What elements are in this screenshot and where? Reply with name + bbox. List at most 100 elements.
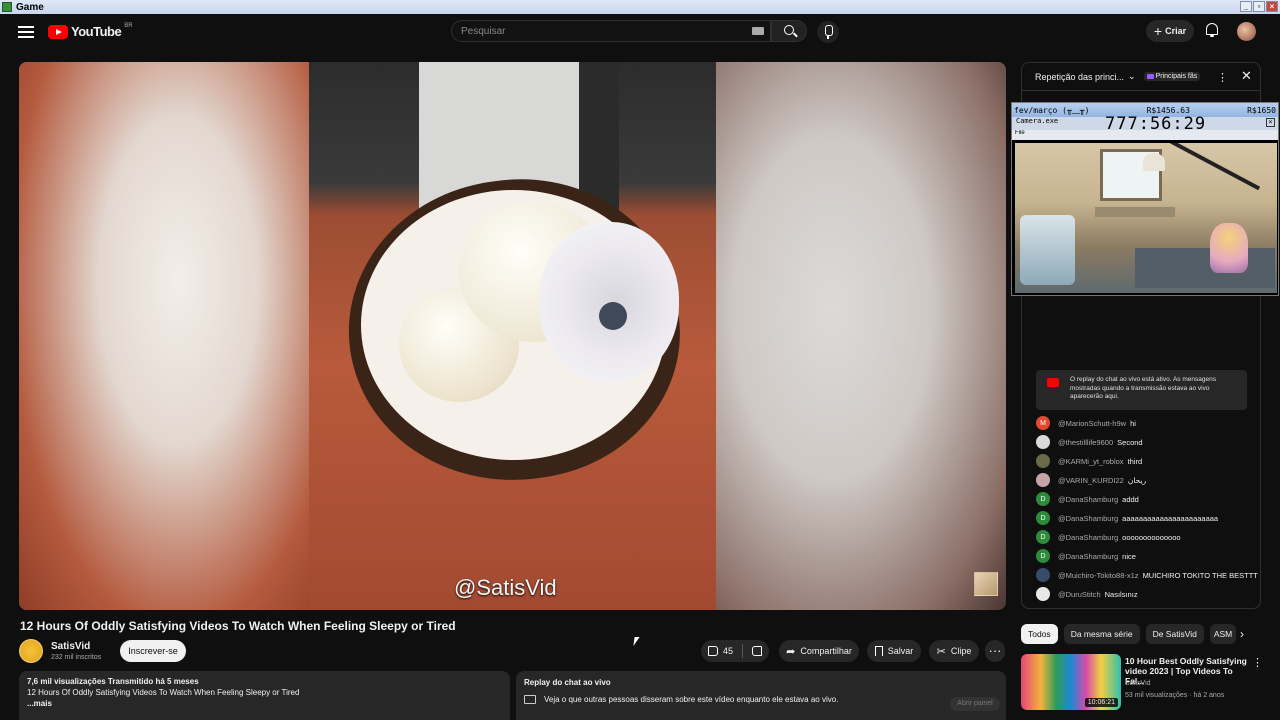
chat-author-avatar[interactable]: D — [1036, 530, 1050, 544]
chat-message-body: @DanaShamburg addd — [1058, 492, 1139, 504]
chevron-right-icon[interactable]: › — [1240, 627, 1244, 641]
chat-author-avatar[interactable] — [1036, 454, 1050, 468]
chat-author-avatar[interactable]: D — [1036, 492, 1050, 506]
like-count[interactable]: 45 — [723, 646, 733, 656]
chip-all[interactable]: Todos — [1021, 624, 1058, 644]
like-icon[interactable] — [707, 646, 718, 656]
video-player[interactable]: @SatisVid — [19, 62, 1006, 610]
restore-button[interactable]: ▫ — [1253, 1, 1265, 12]
chat-author-name[interactable]: @KARMi_yt_roblox — [1058, 457, 1124, 466]
video-blur-left — [19, 62, 309, 610]
room-table — [1095, 207, 1175, 217]
chat-author-name[interactable]: @DanaShamburg — [1058, 514, 1118, 523]
voice-search-icon[interactable] — [817, 21, 839, 43]
close-window-button[interactable]: × — [1266, 1, 1278, 12]
chat-author-name[interactable]: @MarionSchutt-h9w — [1058, 419, 1126, 428]
chat-message: @DuruStitch Nasılsınız — [1036, 587, 1258, 601]
chat-author-name[interactable]: @Muichiro-Tokito88-x1z — [1058, 571, 1139, 580]
chat-author-name[interactable]: @DanaShamburg — [1058, 495, 1118, 504]
chat-mode-selector[interactable]: Repetição das princi... — [1035, 72, 1124, 82]
webcam-feed — [1015, 143, 1277, 293]
goal-label: fev/março (╥﹏╥) — [1014, 105, 1090, 115]
chat-author-avatar[interactable] — [1036, 435, 1050, 449]
show-more-link[interactable]: ...mais — [27, 699, 502, 708]
open-panel-button[interactable]: Abrir painel — [950, 697, 1000, 711]
chat-author-name[interactable]: @thestilllife9600 — [1058, 438, 1113, 447]
channel-watermark-icon[interactable] — [974, 572, 998, 596]
minimize-button[interactable]: _ — [1240, 1, 1252, 12]
video-frame: @SatisVid — [309, 62, 716, 610]
video-title: 12 Hours Of Oddly Satisfying Videos To W… — [20, 619, 456, 633]
chat-replay-text: Veja o que outras pessoas disseram sobre… — [544, 695, 839, 704]
dislike-icon[interactable] — [752, 646, 762, 656]
chat-message: D @DanaShamburg aaaaaaaaaaaaaaaaaaaaaaa — [1036, 511, 1258, 525]
ice-cream-scoop — [539, 222, 679, 382]
video-stats: 7,6 mil visualizações Transmitido há 5 m… — [27, 677, 199, 686]
share-icon: ➦ — [786, 645, 796, 658]
channel-name[interactable]: SatisVid — [51, 641, 90, 652]
chat-author-avatar[interactable] — [1036, 568, 1050, 582]
chat-message: D @DanaShamburg nice — [1036, 549, 1258, 563]
youtube-logo[interactable]: YouTube BR — [48, 22, 133, 39]
chat-author-name[interactable]: @DuruStitch — [1058, 590, 1101, 599]
close-chat-icon[interactable]: ✕ — [1241, 68, 1252, 84]
chat-message: M @MarionSchutt-h9w hi — [1036, 416, 1258, 430]
chat-replay-panel: Replay do chat ao vivo Veja o que outras… — [516, 671, 1006, 720]
clip-button[interactable]: ✂ Clipe — [929, 640, 979, 662]
recommended-channel[interactable]: SatisVid — [1125, 680, 1151, 687]
chat-author-name[interactable]: @DanaShamburg — [1058, 552, 1118, 561]
chat-author-name[interactable]: @VARIN_KURDI22 — [1058, 476, 1124, 485]
notifications-bell-icon[interactable] — [1206, 23, 1218, 37]
logo-text: YouTube — [71, 24, 122, 39]
account-avatar[interactable] — [1237, 22, 1256, 41]
more-vertical-icon[interactable]: ⋮ — [1252, 656, 1263, 669]
top-fans-badge[interactable]: Principais fãs — [1143, 72, 1201, 81]
chip-same-series[interactable]: Da mesma série — [1063, 624, 1140, 644]
room-desk — [1135, 248, 1275, 288]
chat-messages: M @MarionSchutt-h9w hi @thestilllife9600 Sec… — [1036, 416, 1258, 606]
close-icon[interactable]: × — [1266, 118, 1275, 127]
chip-from-channel[interactable]: De SatisVid — [1145, 624, 1204, 644]
chat-message-body: @MarionSchutt-h9w hi — [1058, 416, 1136, 428]
chat-message-body: @VARIN_KURDI22 ریحان — [1058, 473, 1146, 485]
chat-message-body: @KARMi_yt_roblox third — [1058, 454, 1142, 466]
channel-avatar[interactable] — [19, 639, 43, 663]
description-box[interactable]: 7,6 mil visualizações Transmitido há 5 m… — [19, 671, 510, 720]
chat-more-icon[interactable]: ⋮ — [1217, 71, 1228, 84]
fans-icon — [1146, 74, 1154, 79]
chat-replay-title: Replay do chat ao vivo — [524, 678, 611, 687]
chat-header: Repetição das princi... ⌄ Principais fãs… — [1022, 63, 1260, 91]
create-button[interactable]: + Criar — [1146, 20, 1194, 42]
hamburger-menu-icon[interactable] — [18, 26, 34, 38]
chat-author-avatar[interactable] — [1036, 473, 1050, 487]
chat-author-name[interactable]: @DanaShamburg — [1058, 533, 1118, 542]
chat-author-avatar[interactable]: D — [1036, 511, 1050, 525]
recommended-video[interactable]: 10:06:21 10 Hour Best Oddly Satisfying v… — [1021, 654, 1263, 714]
create-label: Criar — [1165, 26, 1187, 36]
chip-asmr[interactable]: ASM — [1209, 624, 1236, 644]
clip-label: Clipe — [950, 646, 972, 656]
chat-author-avatar[interactable] — [1036, 587, 1050, 601]
bookmark-icon — [874, 646, 883, 656]
video-duration: 10:06:21 — [1084, 698, 1118, 707]
chat-message: @thestilllife9600 Second — [1036, 435, 1258, 449]
chat-message-body: @DuruStitch Nasılsınız — [1058, 587, 1138, 599]
more-actions-button[interactable]: ··· — [985, 640, 1005, 662]
video-thumbnail[interactable]: 10:06:21 — [1021, 654, 1121, 710]
chat-author-avatar[interactable]: M — [1036, 416, 1050, 430]
search-input[interactable]: Pesquisar — [451, 20, 771, 42]
chat-replay-info: O replay do chat ao vivo está ativo. As … — [1036, 370, 1247, 410]
youtube-icon — [1047, 378, 1059, 387]
keyboard-icon[interactable] — [752, 27, 764, 35]
save-button[interactable]: Salvar — [867, 640, 921, 662]
chat-author-avatar[interactable]: D — [1036, 549, 1050, 563]
room-chair — [1020, 215, 1075, 285]
search-button[interactable] — [771, 20, 807, 42]
subscribe-button[interactable]: Inscrever-se — [120, 640, 186, 662]
share-button[interactable]: ➦ Compartilhar — [779, 640, 859, 662]
chat-message-body: @DanaShamburg nice — [1058, 549, 1136, 561]
room-lamp — [1143, 153, 1165, 171]
chat-icon — [524, 695, 536, 704]
logo-country: BR — [124, 22, 133, 29]
chevron-down-icon[interactable]: ⌄ — [1128, 71, 1136, 82]
